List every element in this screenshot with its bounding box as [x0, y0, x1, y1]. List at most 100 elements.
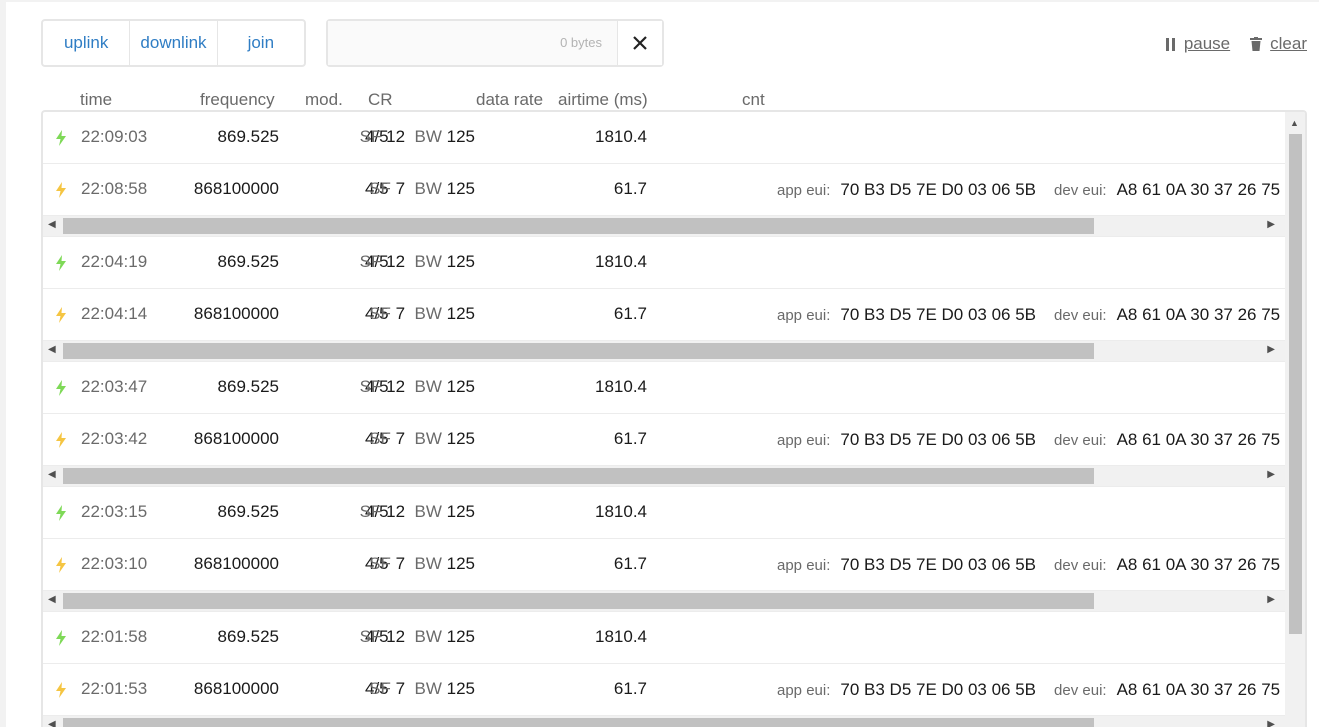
row-frequency: 869.525: [217, 127, 279, 146]
app-eui-label: app eui:: [777, 182, 831, 199]
tab-uplink[interactable]: uplink: [43, 21, 131, 65]
downlink-bolt-icon: [56, 255, 66, 271]
bw-label: BW: [414, 679, 442, 698]
horizontal-scrollbar[interactable]: ◀ ▶: [43, 716, 1285, 727]
uplink-bolt-icon: [56, 307, 66, 323]
row-frequency: 868100000: [193, 554, 279, 573]
horizontal-scrollbar[interactable]: ◀ ▶: [43, 216, 1285, 237]
app-eui-value: 70 B3 D5 7E D0 03 06 5B: [840, 680, 1037, 699]
row-euis: app eui: 70 B3 D5 7E D0 03 06 5B dev eui: A…: [777, 305, 1298, 325]
tab-downlink[interactable]: downlink: [130, 21, 218, 65]
row-airtime: 1810.4: [595, 127, 647, 146]
row-frequency: 869.525: [217, 252, 279, 271]
app-eui-value: 70 B3 D5 7E D0 03 06 5B: [840, 555, 1037, 574]
horizontal-scroll-thumb[interactable]: [63, 718, 1094, 727]
dev-eui-value: A8 61 0A 30 37 26 75: [1116, 430, 1281, 449]
sf-value: 12: [386, 627, 406, 646]
scroll-left-arrow-icon[interactable]: ◀: [48, 719, 56, 727]
traffic-row-downlink[interactable]: 22:09:03 869.525 4/5 SF 12 BW 125 1810.4: [43, 112, 1285, 164]
row-frequency: 868100000: [193, 429, 279, 448]
row-airtime: 1810.4: [595, 377, 647, 396]
downlink-bolt-icon: [56, 630, 66, 646]
bw-label: BW: [414, 627, 442, 646]
row-data-rate: SF 12 BW 125: [360, 377, 475, 397]
scroll-up-arrow-icon[interactable]: ▲: [1290, 118, 1299, 128]
row-frequency: 869.525: [217, 502, 279, 521]
horizontal-scroll-thumb[interactable]: [63, 343, 1094, 359]
scroll-left-arrow-icon[interactable]: ◀: [48, 219, 56, 230]
row-data-rate: SF 7 BW 125: [369, 554, 475, 574]
uplink-bolt-icon: [56, 432, 66, 448]
scroll-right-arrow-icon[interactable]: ▶: [1267, 219, 1275, 230]
app-eui-label: app eui:: [777, 682, 831, 699]
bw-label: BW: [414, 252, 442, 271]
traffic-row-uplink[interactable]: 22:04:14 868100000 4/5 SF 7 BW 125 61.7 app e…: [43, 289, 1285, 341]
scroll-right-arrow-icon[interactable]: ▶: [1267, 344, 1275, 355]
header-cr: CR: [368, 90, 393, 109]
traffic-row-uplink[interactable]: 22:08:58 868100000 4/5 SF 7 BW 125 61.7 app e…: [43, 164, 1285, 216]
horizontal-scrollbar[interactable]: ◀ ▶: [43, 466, 1285, 487]
clear-button[interactable]: clear: [1250, 34, 1307, 54]
traffic-row-downlink[interactable]: 22:03:15 869.525 4/5 SF 12 BW 125 1810.4: [43, 487, 1285, 539]
pause-button[interactable]: pause: [1165, 34, 1231, 54]
app-eui-value: 70 B3 D5 7E D0 03 06 5B: [840, 305, 1037, 324]
traffic-row-uplink[interactable]: 22:03:10 868100000 4/5 SF 7 BW 125 61.7 app e…: [43, 539, 1285, 591]
byte-count: 0 bytes: [560, 35, 602, 50]
row-time: 22:09:03: [81, 127, 148, 146]
horizontal-scroll-thumb[interactable]: [63, 593, 1094, 609]
scroll-left-arrow-icon[interactable]: ◀: [48, 594, 56, 605]
bw-value: 125: [446, 304, 475, 323]
sf-value: 7: [395, 304, 406, 323]
row-airtime: 61.7: [613, 429, 647, 448]
row-data-rate: SF 12 BW 125: [360, 502, 475, 522]
clear-filter-button[interactable]: [617, 21, 662, 65]
tab-join[interactable]: join: [218, 21, 304, 65]
vertical-scrollbar[interactable]: ▲: [1285, 112, 1305, 727]
bw-label: BW: [414, 304, 442, 323]
vertical-scroll-thumb[interactable]: [1289, 134, 1302, 634]
row-airtime: 1810.4: [595, 252, 647, 271]
row-airtime: 61.7: [613, 554, 647, 573]
pause-label: pause: [1183, 34, 1231, 53]
row-time: 22:01:58: [81, 627, 148, 646]
traffic-groups: 22:09:03 869.525 4/5 SF 12 BW 125 1810.4 22:0…: [43, 112, 1305, 727]
traffic-row-downlink[interactable]: 22:01:58 869.525 4/5 SF 12 BW 125 1810.4: [43, 612, 1285, 664]
row-frequency: 869.525: [217, 377, 279, 396]
row-frequency: 868100000: [193, 179, 279, 198]
traffic-row-downlink[interactable]: 22:04:19 869.525 4/5 SF 12 BW 125 1810.4: [43, 237, 1285, 289]
app-eui-value: 70 B3 D5 7E D0 03 06 5B: [840, 180, 1037, 199]
header-data-rate: data rate: [476, 90, 544, 109]
horizontal-scroll-thumb[interactable]: [63, 468, 1094, 484]
horizontal-scrollbar[interactable]: ◀ ▶: [43, 341, 1285, 362]
scroll-right-arrow-icon[interactable]: ▶: [1267, 594, 1275, 605]
row-time: 22:01:53: [81, 679, 148, 698]
dev-eui-value: A8 61 0A 30 37 26 75: [1116, 555, 1281, 574]
sf-label: SF: [369, 429, 391, 448]
trash-icon: [1250, 37, 1263, 51]
bw-label: BW: [414, 502, 442, 521]
row-data-rate: SF 12 BW 125: [360, 627, 475, 647]
traffic-list[interactable]: 22:09:03 869.525 4/5 SF 12 BW 125 1810.4 22:0…: [41, 110, 1307, 727]
column-headers: time frequency mod. CR data rate airtime…: [6, 88, 1319, 112]
sf-value: 7: [395, 554, 406, 573]
sf-value: 7: [395, 179, 406, 198]
row-time: 22:08:58: [81, 179, 148, 198]
traffic-row-uplink[interactable]: 22:03:42 868100000 4/5 SF 7 BW 125 61.7 app e…: [43, 414, 1285, 466]
traffic-row-downlink[interactable]: 22:03:47 869.525 4/5 SF 12 BW 125 1810.4: [43, 362, 1285, 414]
bw-label: BW: [414, 429, 442, 448]
scroll-right-arrow-icon[interactable]: ▶: [1267, 719, 1275, 727]
scroll-right-arrow-icon[interactable]: ▶: [1267, 469, 1275, 480]
traffic-row-uplink[interactable]: 22:01:53 868100000 4/5 SF 7 BW 125 61.7 app e…: [43, 664, 1285, 716]
row-data-rate: SF 12 BW 125: [360, 252, 475, 272]
scroll-left-arrow-icon[interactable]: ◀: [48, 344, 56, 355]
row-frequency: 869.525: [217, 627, 279, 646]
downlink-bolt-icon: [56, 505, 66, 521]
scroll-left-arrow-icon[interactable]: ◀: [48, 469, 56, 480]
horizontal-scrollbar[interactable]: ◀ ▶: [43, 591, 1285, 612]
sf-value: 12: [386, 377, 406, 396]
row-data-rate: SF 7 BW 125: [369, 679, 475, 699]
sf-value: 12: [386, 252, 406, 271]
traffic-group: 22:09:03 869.525 4/5 SF 12 BW 125 1810.4 22:0…: [43, 112, 1285, 237]
horizontal-scroll-thumb[interactable]: [63, 218, 1094, 234]
traffic-group: 22:03:47 869.525 4/5 SF 12 BW 125 1810.4 22:0…: [43, 362, 1285, 487]
